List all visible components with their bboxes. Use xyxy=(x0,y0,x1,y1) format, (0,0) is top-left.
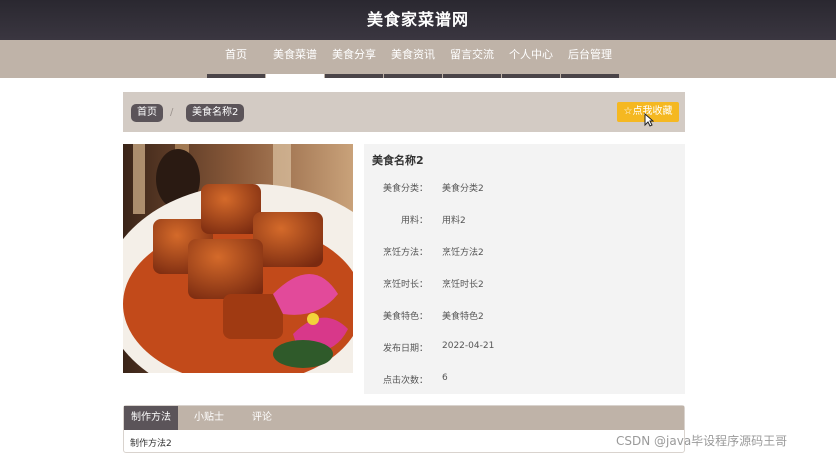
breadcrumb: 首页 / 美食名称2 xyxy=(123,92,685,132)
detail-panel: 美食名称2 美食分类： 美食分类2 用料： 用料2 烹饪方法： 烹饪方法2 烹饪… xyxy=(364,144,685,394)
breadcrumb-separator: / xyxy=(170,107,174,118)
detail-label: 烹饪方法： xyxy=(382,248,428,258)
detail-label: 美食特色： xyxy=(382,312,428,322)
nav-item-messages[interactable]: 留言交流 xyxy=(443,40,501,78)
site-header: 美食家菜谱网 xyxy=(0,0,836,40)
detail-value: 美食特色2 xyxy=(442,312,484,322)
dish-title: 美食名称2 xyxy=(372,154,424,167)
detail-row-category: 美食分类： 美食分类2 xyxy=(364,181,685,195)
detail-row-duration: 烹饪时长： 烹饪时长2 xyxy=(364,277,685,291)
main-nav: 首页 美食菜谱 美食分享 美食资讯 留言交流 个人中心 后台管理 xyxy=(0,40,836,78)
content-tabs: 制作方法 小贴士 评论 制作方法2 xyxy=(123,405,685,453)
nav-item-admin[interactable]: 后台管理 xyxy=(561,40,619,78)
tab-content: 制作方法2 xyxy=(130,439,172,449)
nav-items: 首页 美食菜谱 美食分享 美食资讯 留言交流 个人中心 后台管理 xyxy=(207,40,620,78)
detail-row-ingredients: 用料： 用料2 xyxy=(364,213,685,227)
nav-item-recipes[interactable]: 美食菜谱 xyxy=(266,40,324,78)
nav-item-profile[interactable]: 个人中心 xyxy=(502,40,560,78)
nav-item-news[interactable]: 美食资讯 xyxy=(384,40,442,78)
detail-value: 美食分类2 xyxy=(442,184,484,194)
dish-photo xyxy=(123,144,353,373)
tab-method[interactable]: 制作方法 xyxy=(124,406,178,430)
csdn-watermark: CSDN @java毕设程序源码王哥 xyxy=(616,434,788,448)
mouse-cursor-icon xyxy=(644,113,654,127)
detail-label: 用料： xyxy=(400,216,428,226)
detail-value: 用料2 xyxy=(442,216,466,226)
detail-label: 美食分类： xyxy=(382,184,428,194)
detail-value: 烹饪时长2 xyxy=(442,280,484,290)
tab-bar: 制作方法 小贴士 评论 xyxy=(124,406,684,430)
detail-label: 点击次数： xyxy=(382,376,428,386)
dish-image xyxy=(123,144,353,373)
nav-item-home[interactable]: 首页 xyxy=(207,40,265,78)
nav-item-share[interactable]: 美食分享 xyxy=(325,40,383,78)
detail-row-clicks: 点击次数： 6 xyxy=(364,373,685,387)
detail-row-method: 烹饪方法： 烹饪方法2 xyxy=(364,245,685,259)
detail-label: 烹饪时长： xyxy=(382,280,428,290)
detail-row-feature: 美食特色： 美食特色2 xyxy=(364,309,685,323)
detail-value: 6 xyxy=(442,373,448,383)
tab-comments[interactable]: 评论 xyxy=(242,406,282,430)
tab-tips[interactable]: 小贴士 xyxy=(184,406,234,430)
breadcrumb-current[interactable]: 美食名称2 xyxy=(186,104,245,122)
detail-row-date: 发布日期： 2022-04-21 xyxy=(364,341,685,355)
breadcrumb-home[interactable]: 首页 xyxy=(131,104,163,122)
detail-value: 2022-04-21 xyxy=(442,341,495,351)
detail-value: 烹饪方法2 xyxy=(442,248,484,258)
detail-label: 发布日期： xyxy=(382,344,428,354)
site-title: 美食家菜谱网 xyxy=(366,10,469,29)
